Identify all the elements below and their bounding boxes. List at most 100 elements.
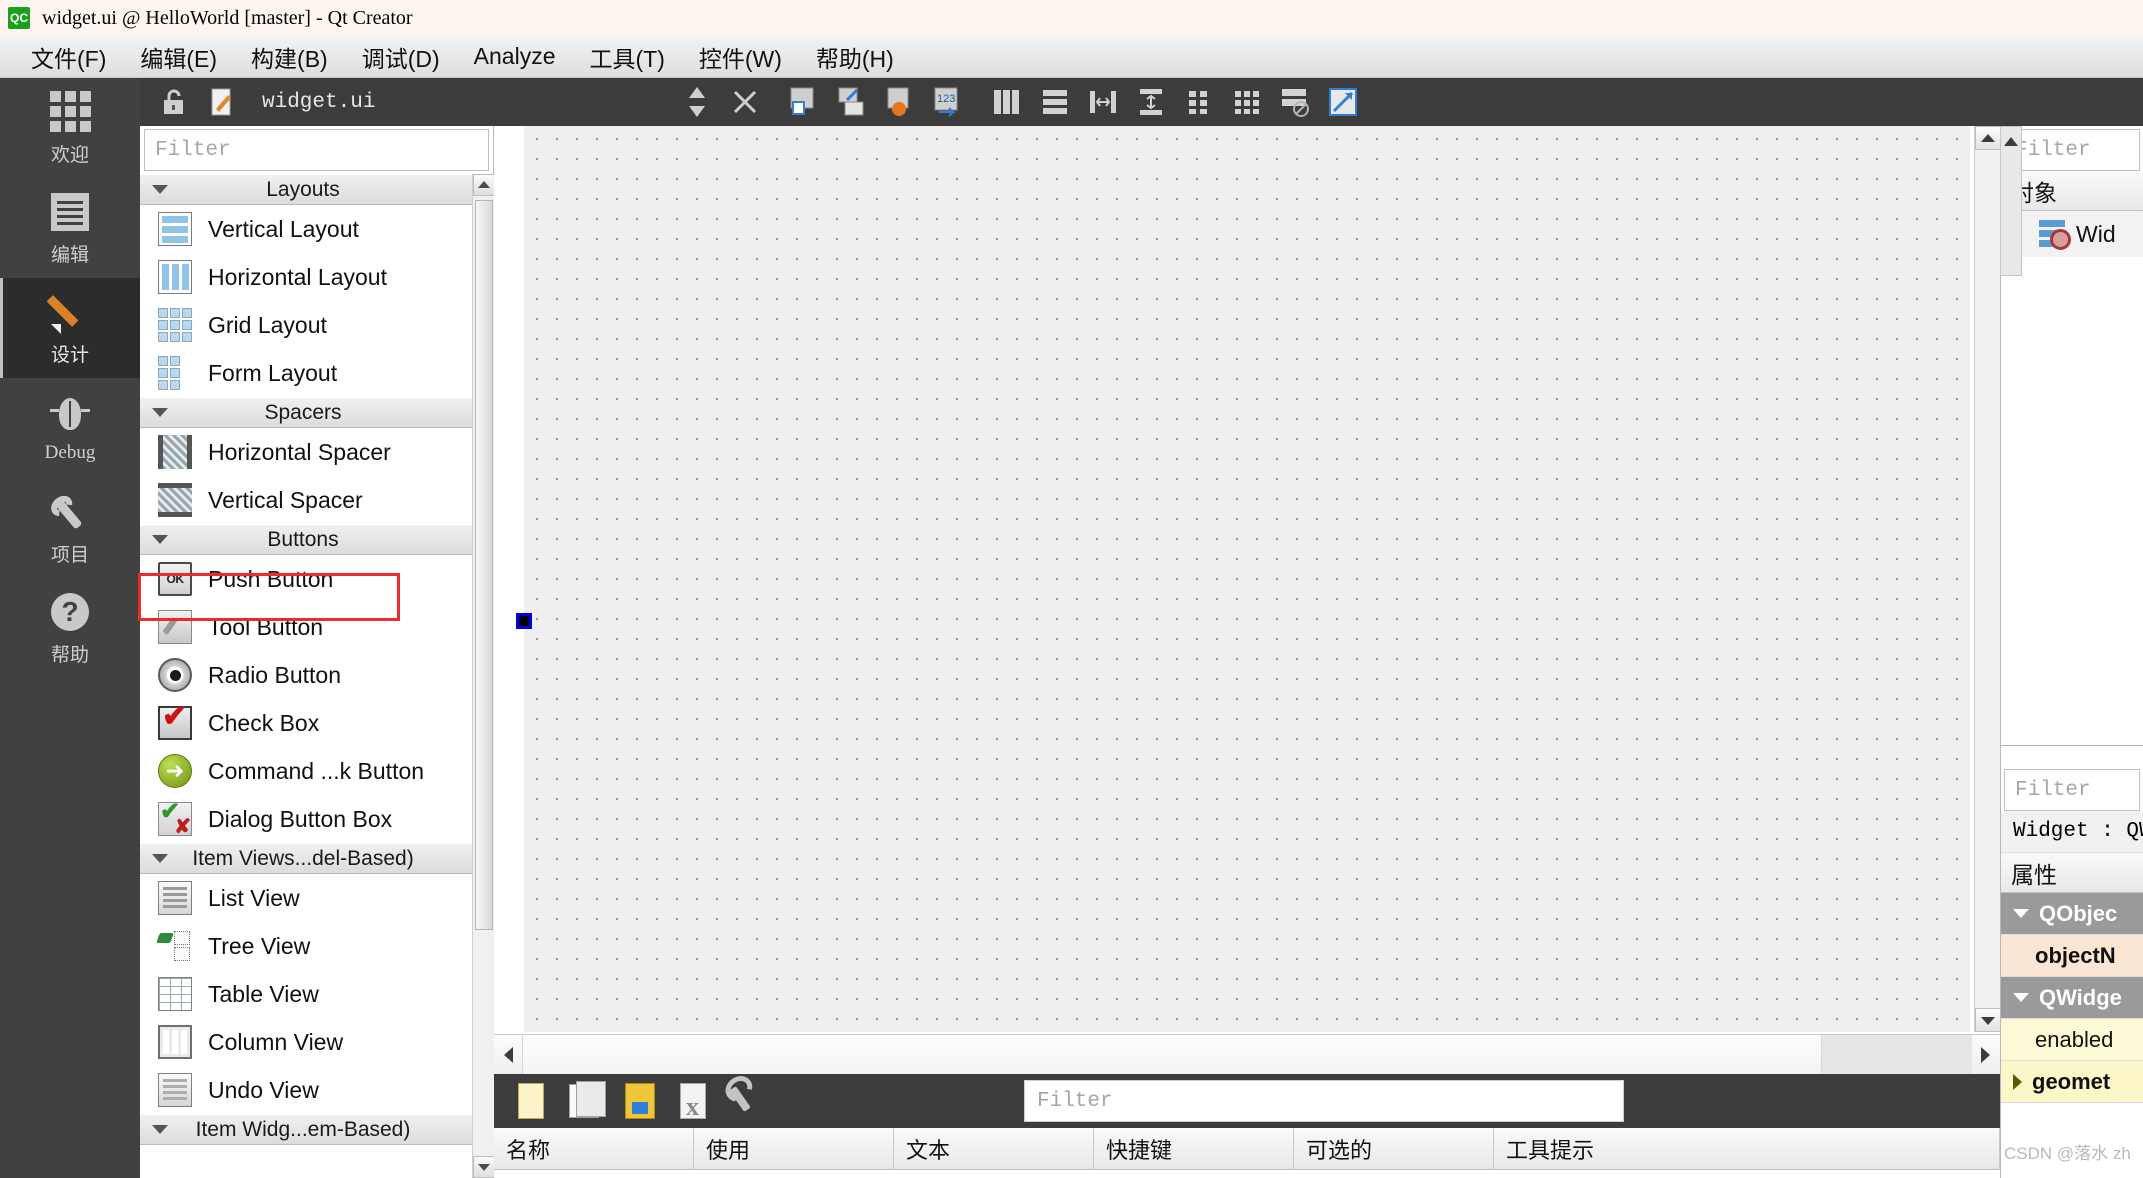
edit-widgets-icon[interactable] (781, 82, 825, 122)
widget-item-table-view[interactable]: Table View (140, 970, 472, 1018)
widget-item-tool-button[interactable]: Tool Button (140, 603, 472, 651)
scroll-down-arrow-icon[interactable] (1975, 1008, 2001, 1032)
column-header-shortcut[interactable]: 快捷键 (1094, 1128, 1294, 1170)
copy-icon[interactable] (562, 1078, 610, 1124)
widget-item-push-button[interactable]: OK Push Button (140, 555, 472, 603)
scrollbar-thumb[interactable] (522, 1035, 1822, 1074)
form-layout-icon (158, 356, 192, 390)
widget-category-spacers[interactable]: Spacers (140, 397, 472, 428)
column-header-checkable[interactable]: 可选的 (1294, 1128, 1494, 1170)
menu-widgets[interactable]: 控件(W) (682, 38, 799, 76)
widget-category-item-views[interactable]: Item Views...del-Based) (140, 843, 472, 874)
widget-item-horizontal-spacer[interactable]: Horizontal Spacer (140, 428, 472, 476)
delete-x-icon[interactable] (670, 1078, 718, 1124)
open-file-label[interactable]: widget.ui (262, 91, 375, 114)
widget-item-tree-view[interactable]: Tree View (140, 922, 472, 970)
mode-debug[interactable]: Debug (0, 378, 140, 478)
layout-horizontal-icon[interactable] (985, 82, 1029, 122)
widget-box-filter-input[interactable]: Filter (144, 129, 489, 171)
menu-tools[interactable]: 工具(T) (572, 38, 681, 76)
widget-category-layouts[interactable]: Layouts (140, 174, 472, 205)
mode-help-label: 帮助 (50, 644, 89, 666)
layout-splitter-v-icon[interactable] (1129, 82, 1173, 122)
column-header-tooltip[interactable]: 工具提示 (1494, 1128, 2000, 1170)
widget-item-horizontal-layout[interactable]: Horizontal Layout (140, 253, 472, 301)
scrollbar-thumb[interactable] (475, 200, 493, 930)
widget-item-command-link-button[interactable]: ➜ Command ...k Button (140, 747, 472, 795)
menu-analyze[interactable]: Analyze (457, 41, 573, 72)
lock-open-icon[interactable] (152, 82, 196, 122)
widget-item-dialog-button-box[interactable]: Dialog Button Box (140, 795, 472, 843)
table-view-icon (158, 977, 192, 1011)
widget-item-list-view[interactable]: List View (140, 874, 472, 922)
object-inspector-filter-input[interactable]: Filter (2004, 129, 2140, 171)
action-editor-filter-input[interactable]: Filter (1024, 1080, 1624, 1122)
column-header-used[interactable]: 使用 (694, 1128, 894, 1170)
property-group-qobject[interactable]: QObjec (2001, 893, 2143, 935)
property-group-qwidget[interactable]: QWidge (2001, 977, 2143, 1019)
widget-item-column-view[interactable]: Column View (140, 1018, 472, 1066)
edit-tab-order-icon[interactable]: 123 (925, 82, 969, 122)
chevron-right-icon (2013, 1073, 2022, 1090)
break-layout-icon[interactable] (1273, 82, 1317, 122)
menu-edit[interactable]: 编辑(E) (123, 38, 234, 76)
widget-item-form-layout[interactable]: Form Layout (140, 349, 472, 397)
adjust-size-icon[interactable] (1321, 82, 1365, 122)
column-header-text[interactable]: 文本 (894, 1128, 1094, 1170)
selection-handle[interactable] (516, 613, 532, 629)
property-row-enabled[interactable]: enabled (2001, 1019, 2143, 1061)
property-row-geometry[interactable]: geomet (2001, 1061, 2143, 1103)
widget-item-undo-view[interactable]: Undo View (140, 1066, 472, 1114)
edit-signals-slots-icon[interactable] (829, 82, 873, 122)
menu-build[interactable]: 构建(B) (234, 38, 345, 76)
scrollbar-track[interactable] (1822, 1035, 1972, 1074)
chevron-down-icon (2013, 993, 2029, 1002)
object-inspector-row[interactable]: Wid (2001, 211, 2143, 257)
form-canvas-area[interactable] (494, 126, 2001, 1074)
save-icon[interactable] (616, 1078, 664, 1124)
mode-projects[interactable]: 项目 (0, 478, 140, 578)
layout-splitter-h-icon[interactable] (1081, 82, 1125, 122)
chevron-down-icon (2013, 909, 2029, 918)
widget-category-buttons[interactable]: Buttons (140, 524, 472, 555)
widget-box-scrollbar[interactable] (472, 174, 495, 1178)
layout-vertical-icon[interactable] (1033, 82, 1077, 122)
widget-category-item-widgets[interactable]: Item Widg...em-Based) (140, 1114, 472, 1145)
widget-item-vertical-layout[interactable]: Vertical Layout (140, 205, 472, 253)
canvas-horizontal-scrollbar[interactable] (494, 1034, 2000, 1074)
canvas-vertical-scrollbar[interactable] (1974, 126, 2001, 1032)
edit-buddies-icon[interactable] (877, 82, 921, 122)
scroll-up-arrow-icon[interactable] (473, 174, 495, 196)
scroll-left-arrow-icon[interactable] (494, 1035, 522, 1074)
scroll-right-arrow-icon[interactable] (1972, 1035, 2000, 1074)
menu-debug[interactable]: 调试(D) (345, 38, 457, 76)
widget-item-grid-layout[interactable]: Grid Layout (140, 301, 472, 349)
widget-item-vertical-spacer[interactable]: Vertical Spacer (140, 476, 472, 524)
widget-item-check-box[interactable]: Check Box (140, 699, 472, 747)
layout-grid-icon[interactable] (1225, 82, 1269, 122)
updown-arrows-icon[interactable] (675, 82, 719, 122)
mode-edit[interactable]: 编辑 (0, 178, 140, 278)
widget-disabled-icon (2039, 220, 2071, 250)
dialog-button-box-icon (158, 797, 192, 839)
scroll-up-arrow-icon[interactable] (1975, 126, 2001, 150)
mode-welcome[interactable]: 欢迎 (0, 78, 140, 178)
widget-item-radio-button[interactable]: Radio Button (140, 651, 472, 699)
form-design-surface[interactable] (524, 126, 1970, 1032)
menu-help[interactable]: 帮助(H) (799, 38, 911, 76)
pencil-file-icon[interactable] (200, 82, 244, 122)
right-panel-scroll-up-arrow-icon[interactable] (2000, 126, 2022, 276)
close-x-icon[interactable] (723, 82, 767, 122)
designer-toolbar: widget.ui 123 (140, 78, 2143, 126)
mode-help[interactable]: ? 帮助 (0, 578, 140, 678)
property-row-objectname[interactable]: objectN (2001, 935, 2143, 977)
grid-icon (49, 90, 91, 134)
column-header-name[interactable]: 名称 (494, 1128, 694, 1170)
layout-form-icon[interactable] (1177, 82, 1221, 122)
property-editor-filter-input[interactable]: Filter (2004, 769, 2140, 811)
mode-design[interactable]: 设计 (0, 278, 140, 378)
menu-file[interactable]: 文件(F) (14, 38, 123, 76)
configure-wrench-icon[interactable] (724, 1078, 772, 1124)
scroll-down-arrow-icon[interactable] (473, 1156, 495, 1178)
new-action-icon[interactable] (508, 1078, 556, 1124)
